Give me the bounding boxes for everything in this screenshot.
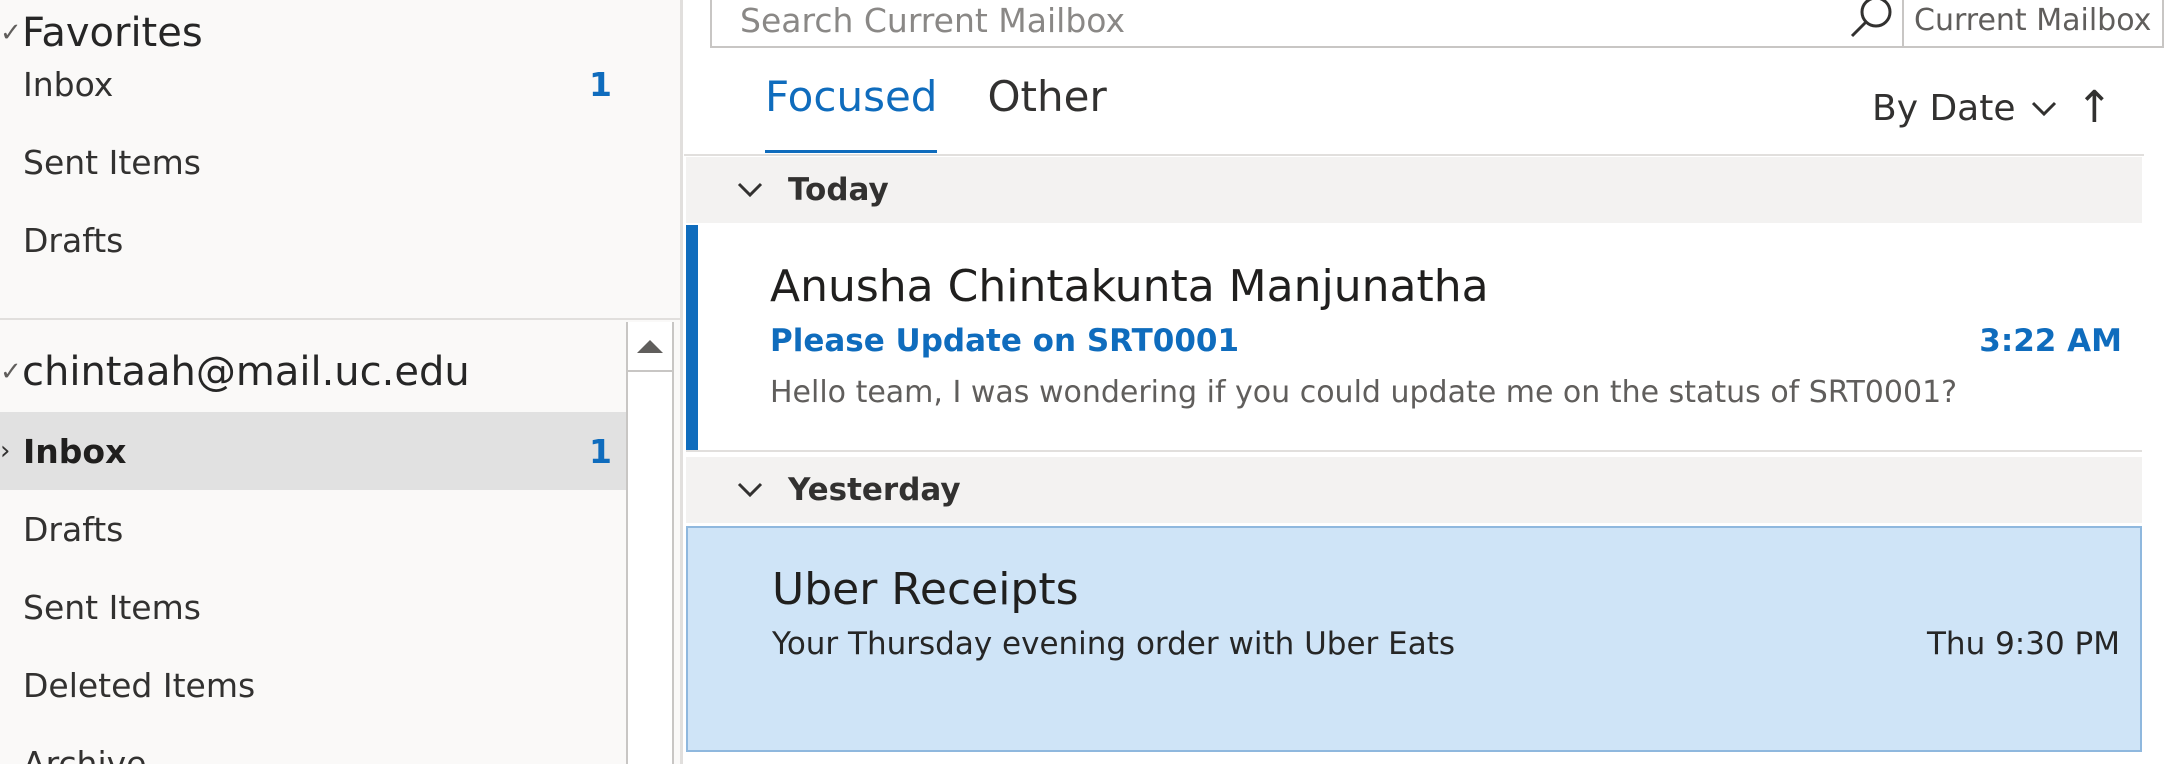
chevron-down-icon [2031,101,2056,116]
folder-scrollbar[interactable] [626,322,674,764]
message-preview: Hello team, I was wondering if you could… [770,375,1958,410]
message-time: 3:22 AM [1979,323,2122,359]
account-title: chintaah@mail.uc.edu [22,349,470,395]
group-header-yesterday[interactable]: Yesterday [686,457,2142,523]
account-header[interactable]: ✓ chintaah@mail.uc.edu [0,342,470,402]
search-bar: Current Mailbox ⌄ [710,0,2164,48]
search-scope-label: Current Mailbox [1914,2,2152,38]
scroll-up-arrow-icon [637,339,663,353]
message-subject: Your Thursday evening order with Uber Ea… [772,626,1456,662]
collapse-icon: ✓ [0,357,22,387]
favorites-folder-sent-items[interactable]: Sent Items [0,123,626,201]
group-label: Yesterday [788,472,961,508]
folder-sent-items[interactable]: Sent Items [0,568,626,646]
chevron-down-icon: ⌄ [2159,3,2164,38]
folder-label: Sent Items [23,142,201,182]
search-scope-dropdown[interactable]: Current Mailbox ⌄ [1902,0,2164,47]
folder-label: Inbox [23,431,127,471]
unread-count: 1 [589,431,612,471]
tab-other[interactable]: Other [987,72,1106,154]
sort-by-dropdown[interactable]: By Date [1872,88,2058,129]
folder-deleted-items[interactable]: Deleted Items [0,646,626,724]
folder-pane: ✓ Favorites Inbox 1 Sent Items Drafts ✓ … [0,0,680,764]
folder-label: Inbox [23,64,114,104]
chevron-down-icon [737,482,763,498]
tab-focused[interactable]: Focused [765,72,938,154]
favorites-folder-drafts[interactable]: Drafts [0,201,626,279]
folder-archive[interactable]: Archive [0,724,626,764]
sort-label: By Date [1872,88,2016,129]
expand-icon[interactable]: › [0,436,10,466]
chevron-down-icon [737,182,763,198]
favorites-folder-inbox[interactable]: Inbox 1 [0,45,626,123]
folder-inbox[interactable]: › Inbox 1 [0,412,626,490]
inbox-tabs: Focused Other [765,72,1157,154]
folder-label: Sent Items [23,587,201,627]
search-input[interactable] [712,0,1842,45]
message-item[interactable]: Anusha Chintakunta Manjunatha Please Upd… [686,225,2142,452]
unread-indicator [686,225,698,450]
group-label: Today [788,172,889,208]
message-item-selected[interactable]: Uber Receipts Your Thursday evening orde… [686,526,2142,752]
message-sender: Uber Receipts [772,564,1079,615]
message-subject: Please Update on SRT0001 [770,323,1240,359]
unread-count: 1 [589,64,612,104]
pane-divider[interactable] [680,0,683,764]
search-icon[interactable] [1842,0,1902,45]
section-divider [0,318,680,320]
list-background [686,752,2142,764]
sort-direction-arrow-icon[interactable]: ↑ [2076,82,2113,133]
scroll-up-button[interactable] [628,322,672,372]
message-time: Thu 9:30 PM [1927,626,2120,662]
folder-label: Archive [23,743,147,764]
collapse-icon: ✓ [0,18,22,48]
folder-drafts[interactable]: Drafts [0,490,626,568]
folder-label: Drafts [23,220,124,260]
group-header-today[interactable]: Today [686,157,2142,223]
list-divider [684,154,2144,156]
folder-label: Deleted Items [23,665,256,705]
message-sender: Anusha Chintakunta Manjunatha [770,261,1489,312]
folder-label: Drafts [23,509,124,549]
